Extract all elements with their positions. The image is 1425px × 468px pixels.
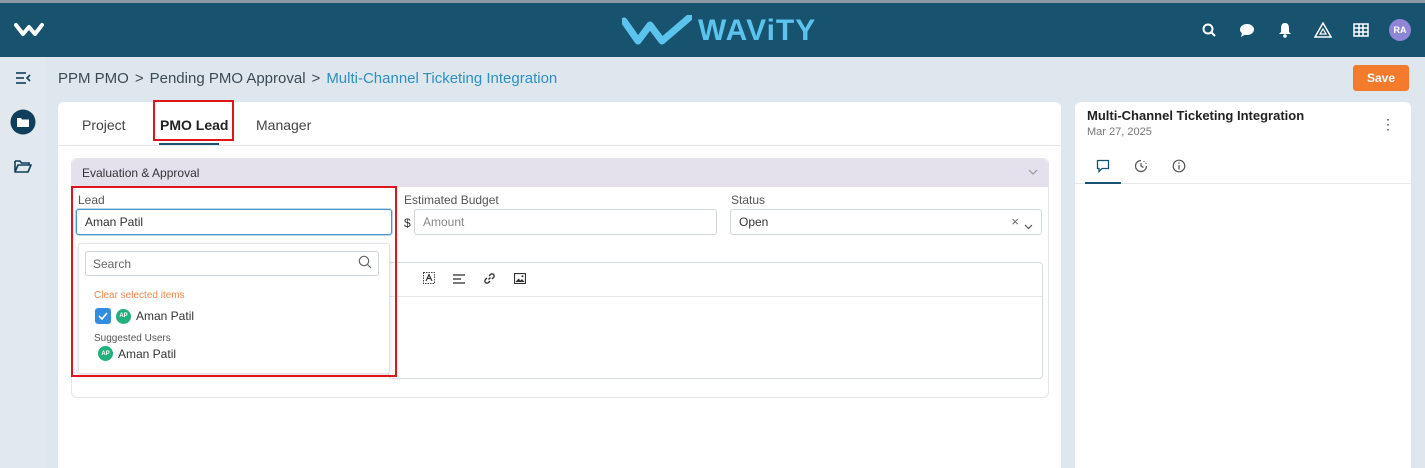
top-bar: WAViTY RA <box>0 0 1425 57</box>
info-icon[interactable] <box>1169 156 1189 176</box>
budget-label: Estimated Budget <box>404 193 499 207</box>
folder-open-icon[interactable] <box>10 153 36 179</box>
breadcrumb-item[interactable]: Pending PMO Approval <box>150 70 306 87</box>
clear-icon[interactable]: × <box>1011 214 1019 229</box>
breadcrumb-separator: > <box>134 70 144 87</box>
image-icon[interactable] <box>513 272 527 287</box>
active-tab-indicator <box>1085 182 1121 184</box>
budget-input[interactable]: Amount <box>414 209 717 235</box>
highlight-box-tab <box>153 100 234 141</box>
right-panel: Multi-Channel Ticketing Integration Mar … <box>1075 102 1411 468</box>
breadcrumb-current: Multi-Channel Ticketing Integration <box>326 70 558 87</box>
search-icon[interactable] <box>1199 20 1219 40</box>
status-label: Status <box>731 193 766 207</box>
user-avatar[interactable]: RA <box>1389 19 1411 41</box>
comment-icon[interactable] <box>1093 156 1113 176</box>
bell-icon[interactable] <box>1275 20 1295 40</box>
status-value: Open <box>739 215 769 229</box>
status-select[interactable]: Open × <box>730 209 1042 235</box>
panel-tabs <box>1075 148 1411 184</box>
link-icon[interactable] <box>483 272 496 288</box>
align-icon[interactable] <box>453 273 465 287</box>
brand-name: WAViTY <box>698 14 817 47</box>
active-tab-indicator <box>159 143 219 145</box>
tab-manager[interactable]: Manager <box>256 117 311 133</box>
wavity-mark-icon <box>622 15 692 45</box>
menu-logo-icon[interactable] <box>14 17 44 41</box>
currency-symbol: $ <box>404 216 411 230</box>
chevron-down-icon[interactable] <box>1024 219 1033 233</box>
sidebar <box>0 57 46 468</box>
breadcrumb: PPM PMO > Pending PMO Approval > Multi-C… <box>58 70 557 87</box>
triangle-icon[interactable] <box>1313 20 1333 40</box>
budget-placeholder: Amount <box>423 215 465 229</box>
editor-toolbar <box>389 263 1042 297</box>
breadcrumb-item[interactable]: PPM PMO <box>58 70 129 87</box>
grid-icon[interactable] <box>1351 20 1371 40</box>
panel-date: Mar 27, 2025 <box>1087 126 1152 138</box>
tab-project[interactable]: Project <box>82 117 126 133</box>
highlight-icon[interactable] <box>423 272 435 287</box>
section-title: Evaluation & Approval <box>82 166 200 180</box>
save-button[interactable]: Save <box>1353 65 1409 91</box>
chat-icon[interactable] <box>1237 20 1257 40</box>
history-icon[interactable] <box>1131 156 1151 176</box>
section-header[interactable]: Evaluation & Approval <box>72 159 1048 187</box>
highlight-box-lead <box>71 186 397 377</box>
more-options-icon[interactable]: ⋮ <box>1381 116 1395 133</box>
folder-filled-icon[interactable] <box>10 109 36 135</box>
panel-title: Multi-Channel Ticketing Integration <box>1087 108 1305 123</box>
collapse-icon[interactable] <box>10 65 36 91</box>
brand-logo: WAViTY <box>622 11 816 51</box>
chevron-down-icon[interactable] <box>1028 166 1038 178</box>
breadcrumb-separator: > <box>311 70 321 87</box>
rich-text-editor[interactable] <box>388 262 1043 379</box>
